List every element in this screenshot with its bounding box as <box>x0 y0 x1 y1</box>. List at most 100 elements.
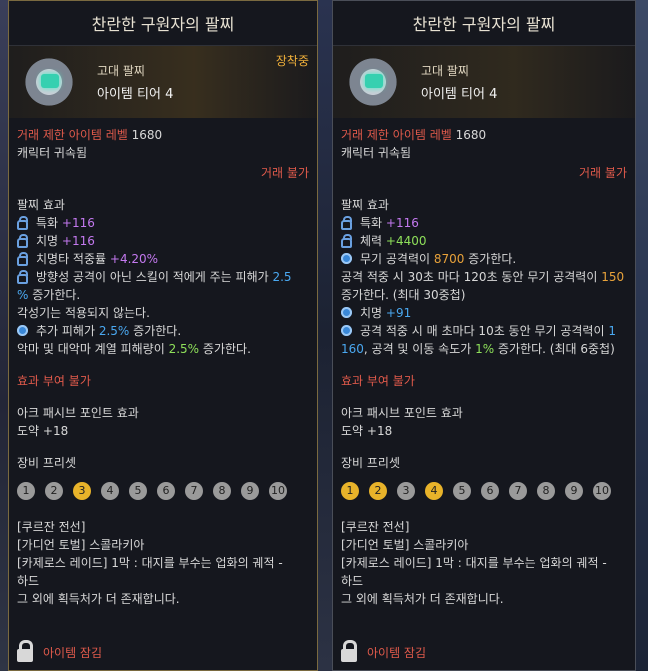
preset-button[interactable]: 10 <box>593 482 611 500</box>
preset-button[interactable]: 3 <box>397 482 415 500</box>
bound-status: 캐릭터 귀속됨 <box>341 146 412 160</box>
level-value: 1680 <box>131 128 163 142</box>
preset-button-active[interactable]: 3 <box>73 482 91 500</box>
effect-line: 방향성 공격이 아닌 스킬이 적에게 주는 피해가 2.5 <box>17 268 309 286</box>
effect-text: 악마 및 대악마 계열 피해량이 <box>17 342 165 356</box>
item-grade: 고대 팔찌 <box>421 64 469 78</box>
ark-passive-value: 도약 +18 <box>341 424 393 438</box>
effect-line: 특화 +116 <box>17 214 309 232</box>
preset-button[interactable]: 1 <box>17 482 35 500</box>
effect-line-cont: % 증가한다. <box>17 286 309 304</box>
effect-label: 치명 <box>360 306 383 320</box>
preset-button[interactable]: 5 <box>453 482 471 500</box>
item-tier: 아이템 티어 4 <box>97 87 174 102</box>
effect-label: 특화 <box>36 216 59 230</box>
source-item: [가디언 토벌] 스콜라키아 <box>17 538 145 552</box>
preset-button[interactable]: 4 <box>101 482 119 500</box>
effect-value: 2.5% <box>98 324 130 338</box>
preset-button-active[interactable]: 1 <box>341 482 359 500</box>
preset-button[interactable]: 10 <box>269 482 287 500</box>
source-item: [카제로스 레이드] 1막 : 대지를 부수는 업화의 궤적 - <box>17 556 283 570</box>
effect-line: 공격 적중 시 매 초마다 10초 동안 무기 공격력이 1 <box>341 322 627 340</box>
source-item: [가디언 토벌] 스콜라키아 <box>341 538 469 552</box>
effect-text: 증가한다. (최대 6중첩) <box>498 342 615 356</box>
preset-button[interactable]: 7 <box>509 482 527 500</box>
ark-passive-label: 아크 패시브 포인트 효과 <box>17 406 139 420</box>
source-list: [쿠르잔 전선] [가디언 토벌] 스콜라키아 [카제로스 레이드] 1막 : … <box>17 518 309 608</box>
preset-button-active[interactable]: 2 <box>369 482 387 500</box>
effect-line: 특화 +116 <box>341 214 627 232</box>
effect-value: +116 <box>61 234 95 248</box>
effect-label: 치명타 적중률 <box>36 252 107 266</box>
item-tier: 아이템 티어 4 <box>421 87 498 102</box>
item-title: 찬란한 구원자의 팔찌 <box>333 1 635 46</box>
source-item: 하드 <box>341 574 364 588</box>
effect-title: 팔찌 효과 <box>341 198 389 212</box>
lock-icon <box>341 216 352 230</box>
source-item: 그 외에 획득처가 더 존재합니다. <box>17 592 180 606</box>
item-header: 고대 팔찌 아이템 티어 4 <box>333 46 635 118</box>
effect-text: 공격 적중 시 30초 마다 120초 동안 무기 공격력이 <box>341 270 598 284</box>
preset-button[interactable]: 5 <box>129 482 147 500</box>
item-tooltip-equipped: 찬란한 구원자의 팔찌 고대 팔찌 아이템 티어 4 장착중 거래 제한 아이템… <box>8 0 318 671</box>
effect-title: 팔찌 효과 <box>17 198 65 212</box>
ark-passive-value: 도약 +18 <box>17 424 69 438</box>
preset-button[interactable]: 2 <box>45 482 63 500</box>
effect-line-cont: 증가한다. (최대 30중첩) <box>341 288 466 302</box>
ark-passive-label: 아크 패시브 포인트 효과 <box>341 406 463 420</box>
item-grade: 고대 팔찌 <box>97 64 145 78</box>
preset-label: 장비 프리셋 <box>17 456 77 470</box>
lock-label: 아이템 잠김 <box>367 646 427 660</box>
preset-button-active[interactable]: 4 <box>425 482 443 500</box>
effect-line: 악마 및 대악마 계열 피해량이 2.5% 증가한다. <box>17 340 309 358</box>
effect-text: 증가한다. <box>32 288 81 302</box>
effect-value: 8700 <box>433 252 465 266</box>
effect-text: 방향성 공격이 아닌 스킬이 적에게 주는 피해가 <box>36 270 269 284</box>
effect-value: 160 <box>341 342 364 356</box>
lock-icon <box>17 252 28 266</box>
background-middle <box>318 0 332 671</box>
no-grant-label: 효과 부여 불가 <box>17 374 91 388</box>
preset-button[interactable]: 7 <box>185 482 203 500</box>
effect-label: 체력 <box>360 234 383 248</box>
effect-text: 증가한다. <box>468 252 517 266</box>
level-label: 거래 제한 아이템 레벨 <box>341 128 452 142</box>
preset-button[interactable]: 6 <box>481 482 499 500</box>
preset-button[interactable]: 6 <box>157 482 175 500</box>
no-grant-label: 효과 부여 불가 <box>341 374 415 388</box>
effect-circle-icon <box>341 253 352 264</box>
trade-status: 거래 불가 <box>579 166 627 180</box>
preset-button[interactable]: 9 <box>241 482 259 500</box>
effect-text: 증가한다. <box>202 342 251 356</box>
preset-list: 1 2 3 4 5 6 7 8 9 10 <box>17 482 309 500</box>
item-tooltip-compare: 찬란한 구원자의 팔찌 고대 팔찌 아이템 티어 4 거래 제한 아이템 레벨 … <box>332 0 636 671</box>
effect-value: +91 <box>385 306 412 320</box>
effect-value: 2.5% <box>168 342 200 356</box>
effect-circle-icon <box>341 325 352 336</box>
source-list: [쿠르잔 전선] [가디언 토벌] 스콜라키아 [카제로스 레이드] 1막 : … <box>341 518 627 608</box>
effect-unit: % <box>17 288 29 302</box>
item-lock: 아이템 잠김 <box>341 640 427 662</box>
effect-line: 치명 +91 <box>341 304 627 322</box>
source-item: 그 외에 획득처가 더 존재합니다. <box>341 592 504 606</box>
lock-icon <box>341 640 357 662</box>
item-header: 고대 팔찌 아이템 티어 4 장착중 <box>9 46 317 118</box>
preset-button[interactable]: 9 <box>565 482 583 500</box>
equipped-badge: 장착중 <box>275 54 309 68</box>
lock-label: 아이템 잠김 <box>43 646 103 660</box>
effect-text: , 공격 및 이동 속도가 <box>363 342 472 356</box>
bracelet-icon <box>341 54 405 110</box>
lock-icon <box>17 216 28 230</box>
lock-icon <box>341 234 352 248</box>
effect-value: 1 <box>608 324 616 338</box>
effect-line: 치명타 적중률 +4.20% <box>17 250 309 268</box>
effect-value: +116 <box>61 216 95 230</box>
preset-button[interactable]: 8 <box>537 482 555 500</box>
source-item: [쿠르잔 전선] <box>341 520 410 534</box>
lock-icon <box>17 270 28 284</box>
effect-line-cont: 160, 공격 및 이동 속도가 1% 증가한다. (최대 6중첩) <box>341 340 627 358</box>
preset-button[interactable]: 8 <box>213 482 231 500</box>
effect-value: 1% <box>475 342 495 356</box>
effect-value: +4400 <box>385 234 427 248</box>
trade-status: 거래 불가 <box>261 166 309 180</box>
